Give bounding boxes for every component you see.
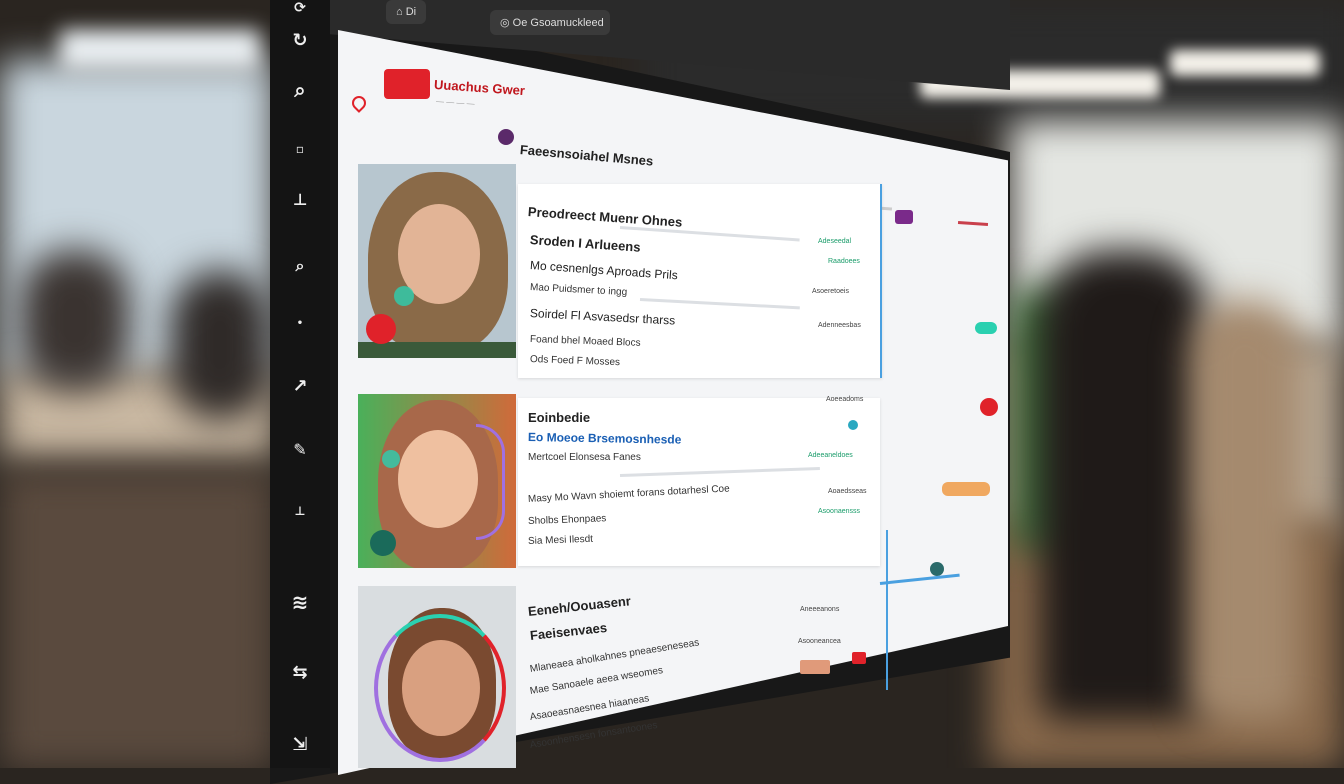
card3-tag-1: Aneeeanons [800,606,840,613]
side-toggle[interactable] [975,322,997,334]
card2-tag-3: Aoaedsseas [828,488,867,495]
card2-tag-1: Aoeeadoms [826,396,864,403]
profile-chip[interactable] [895,210,913,224]
profile-photo-2[interactable] [358,394,516,568]
verified-icon [848,420,858,430]
card2-line-3: Mertcoel Elonsesa Fanes [528,452,641,463]
card3-chip[interactable] [800,660,830,674]
pin-small-icon[interactable]: ⊥ [270,504,330,518]
dot-icon[interactable]: • [270,318,330,329]
zoom-icon[interactable]: ⌕ [270,256,330,276]
tab-first[interactable]: ⌂ Di [386,0,427,24]
export-icon[interactable]: ⇲ [270,734,330,755]
card3-flag-icon [852,652,866,664]
card2-tag-4: Asoonaensss [818,508,861,515]
card1-tag-1: Adeseedal [818,238,852,245]
tab-active[interactable]: ◎ Oe Gsoamuckleed [490,10,610,35]
home-icon: ⌂ [396,6,406,18]
chat-icon[interactable] [370,530,396,556]
side-status-icon [930,562,944,576]
ar-marker-icon-2 [382,450,400,468]
share-icon[interactable]: ⇆ [270,662,330,683]
card2-line-2: Eo Moeoe Brsemosnhesde [527,430,682,447]
pen-icon[interactable]: ✎ [270,440,330,459]
profile-photo-3[interactable] [358,586,516,768]
side-badge [942,482,990,496]
ar-marker-icon [394,286,414,306]
icon-sidebar: ⟳ ↻ ⌕ ▫ ⊥ ⌕ • ↗ ✎ ⊥ ≋ ⇆ ⇲ [270,0,330,768]
card1-tag-3: Asoeretoeis [812,288,849,295]
reload-icon[interactable]: ↻ [270,30,330,51]
record-icon[interactable] [366,314,396,344]
ar-outline [476,424,505,540]
card3-tag-2: Asooneancea [798,638,841,645]
card2-tag-2: Adeeaneldoes [808,452,853,459]
edit-icon[interactable]: ↗ [270,376,330,397]
folder-icon[interactable]: ▫ [270,142,330,156]
brand-logo[interactable] [384,69,430,99]
card2-name: Eoinbedie [528,410,591,425]
search-icon[interactable]: ⌕ [270,78,330,102]
download-icon[interactable]: ⊥ [270,190,330,209]
card1-tag-2: Raadoees [828,258,860,265]
layers-icon[interactable]: ≋ [270,590,330,614]
ar-face-ring [374,614,506,762]
section-avatar-icon [498,129,514,145]
alert-icon[interactable] [980,398,998,416]
refresh-icon[interactable]: ⟳ [270,0,330,16]
profile-photo-1[interactable] [358,164,516,358]
app-icon: ◎ [500,17,513,29]
card1-tag-4: Adenneesbas [818,322,861,329]
